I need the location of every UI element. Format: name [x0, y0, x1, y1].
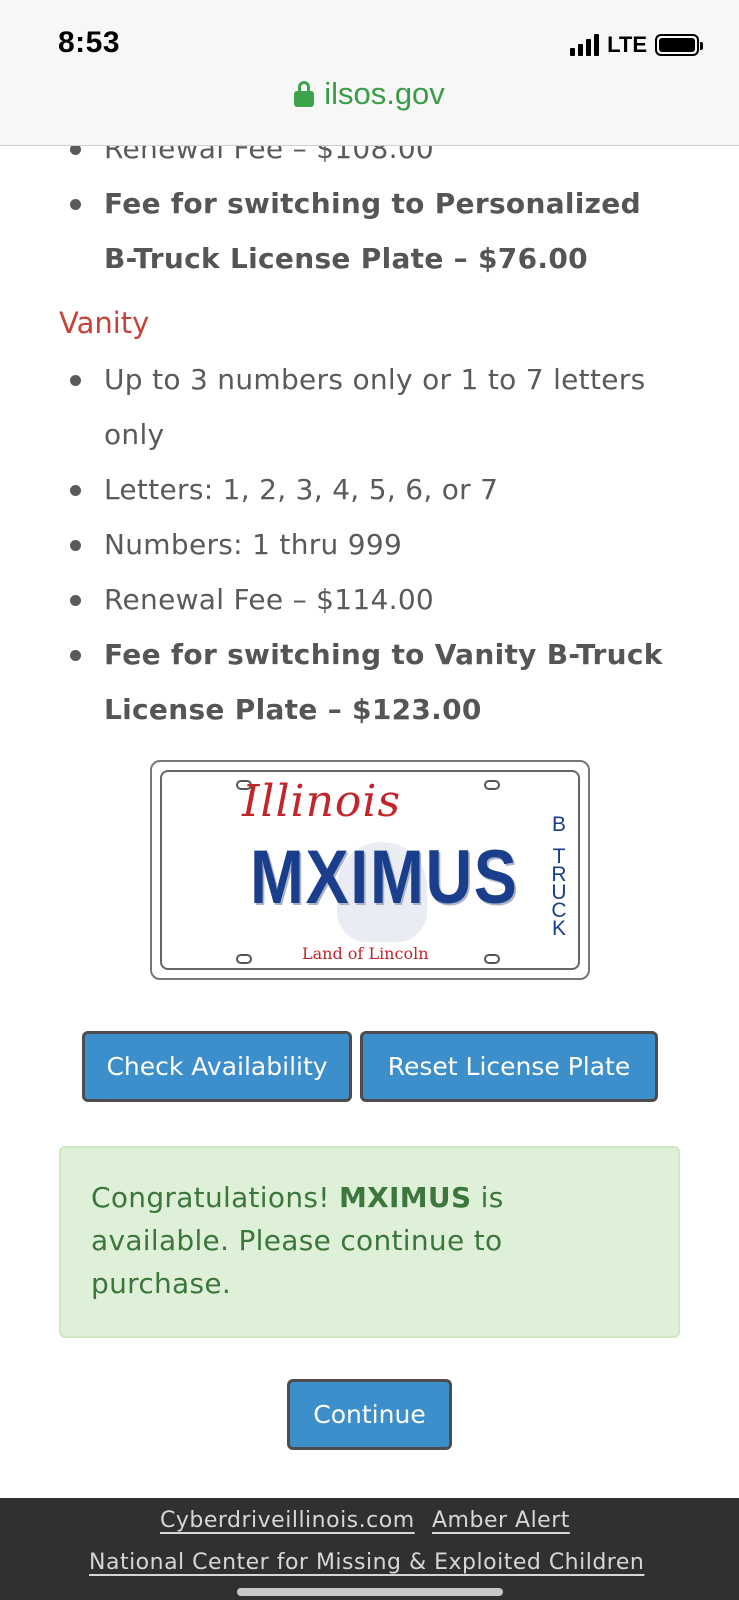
- plate-bolt-hole: [236, 954, 252, 964]
- continue-button[interactable]: Continue: [287, 1379, 452, 1450]
- browser-top-bar: 8:53 LTE ilsos.gov: [0, 0, 739, 146]
- battery-icon: [655, 34, 703, 56]
- plate-bolt-hole: [484, 954, 500, 964]
- plate-side-letter: B: [551, 813, 566, 836]
- list-item: Renewal Fee – $114.00: [0, 572, 739, 627]
- lock-icon: [294, 81, 315, 107]
- plate-number: MXIMUS: [250, 835, 519, 920]
- footer-link-missing-children[interactable]: National Center for Missing & Exploited …: [89, 1550, 644, 1575]
- footer-link-amber-alert[interactable]: Amber Alert: [432, 1508, 570, 1533]
- plate-state-name: Illinois: [242, 776, 402, 827]
- status-indicators: LTE: [570, 32, 703, 58]
- footer-link-cyberdrive[interactable]: Cyberdriveillinois.com: [160, 1508, 415, 1533]
- list-item: Letters: 1, 2, 3, 4, 5, 6, or 7: [0, 462, 739, 517]
- plate-side-label: B T R U C K: [548, 813, 570, 940]
- site-footer: Cyberdriveillinois.com Amber Alert Natio…: [0, 1498, 739, 1600]
- home-indicator[interactable]: [237, 1588, 503, 1596]
- plate-side-letter: K: [551, 917, 566, 940]
- check-availability-button[interactable]: Check Availability: [82, 1031, 352, 1102]
- list-item: Fee for switching to Vanity B-Truck Lice…: [0, 627, 739, 737]
- availability-alert: Congratulations! MXIMUS is available. Pl…: [59, 1146, 680, 1338]
- vanity-heading: Vanity: [59, 306, 150, 340]
- list-item: Numbers: 1 thru 999: [0, 517, 739, 572]
- signal-icon: [570, 34, 600, 56]
- list-item: Fee for switching to Personalized B-Truc…: [0, 176, 739, 286]
- list-item: Up to 3 numbers only or 1 to 7 letters o…: [0, 352, 739, 462]
- vanity-list: Up to 3 numbers only or 1 to 7 letters o…: [0, 352, 739, 737]
- url-bar[interactable]: ilsos.gov: [0, 76, 739, 112]
- alert-plate-name: MXIMUS: [338, 1181, 472, 1214]
- url-domain[interactable]: ilsos.gov: [324, 76, 445, 112]
- network-type: LTE: [607, 32, 647, 57]
- alert-message: Congratulations! MXIMUS is available. Pl…: [91, 1176, 648, 1305]
- status-time: 8:53: [58, 26, 121, 59]
- plate-motto: Land of Lincoln: [302, 944, 429, 963]
- plate-face: Illinois MXIMUS Land of Lincoln B T R U …: [160, 770, 580, 970]
- alert-prefix: Congratulations!: [91, 1181, 339, 1214]
- reset-license-plate-button[interactable]: Reset License Plate: [360, 1031, 658, 1102]
- license-plate-preview: Illinois MXIMUS Land of Lincoln B T R U …: [150, 760, 590, 980]
- plate-bolt-hole: [484, 780, 500, 790]
